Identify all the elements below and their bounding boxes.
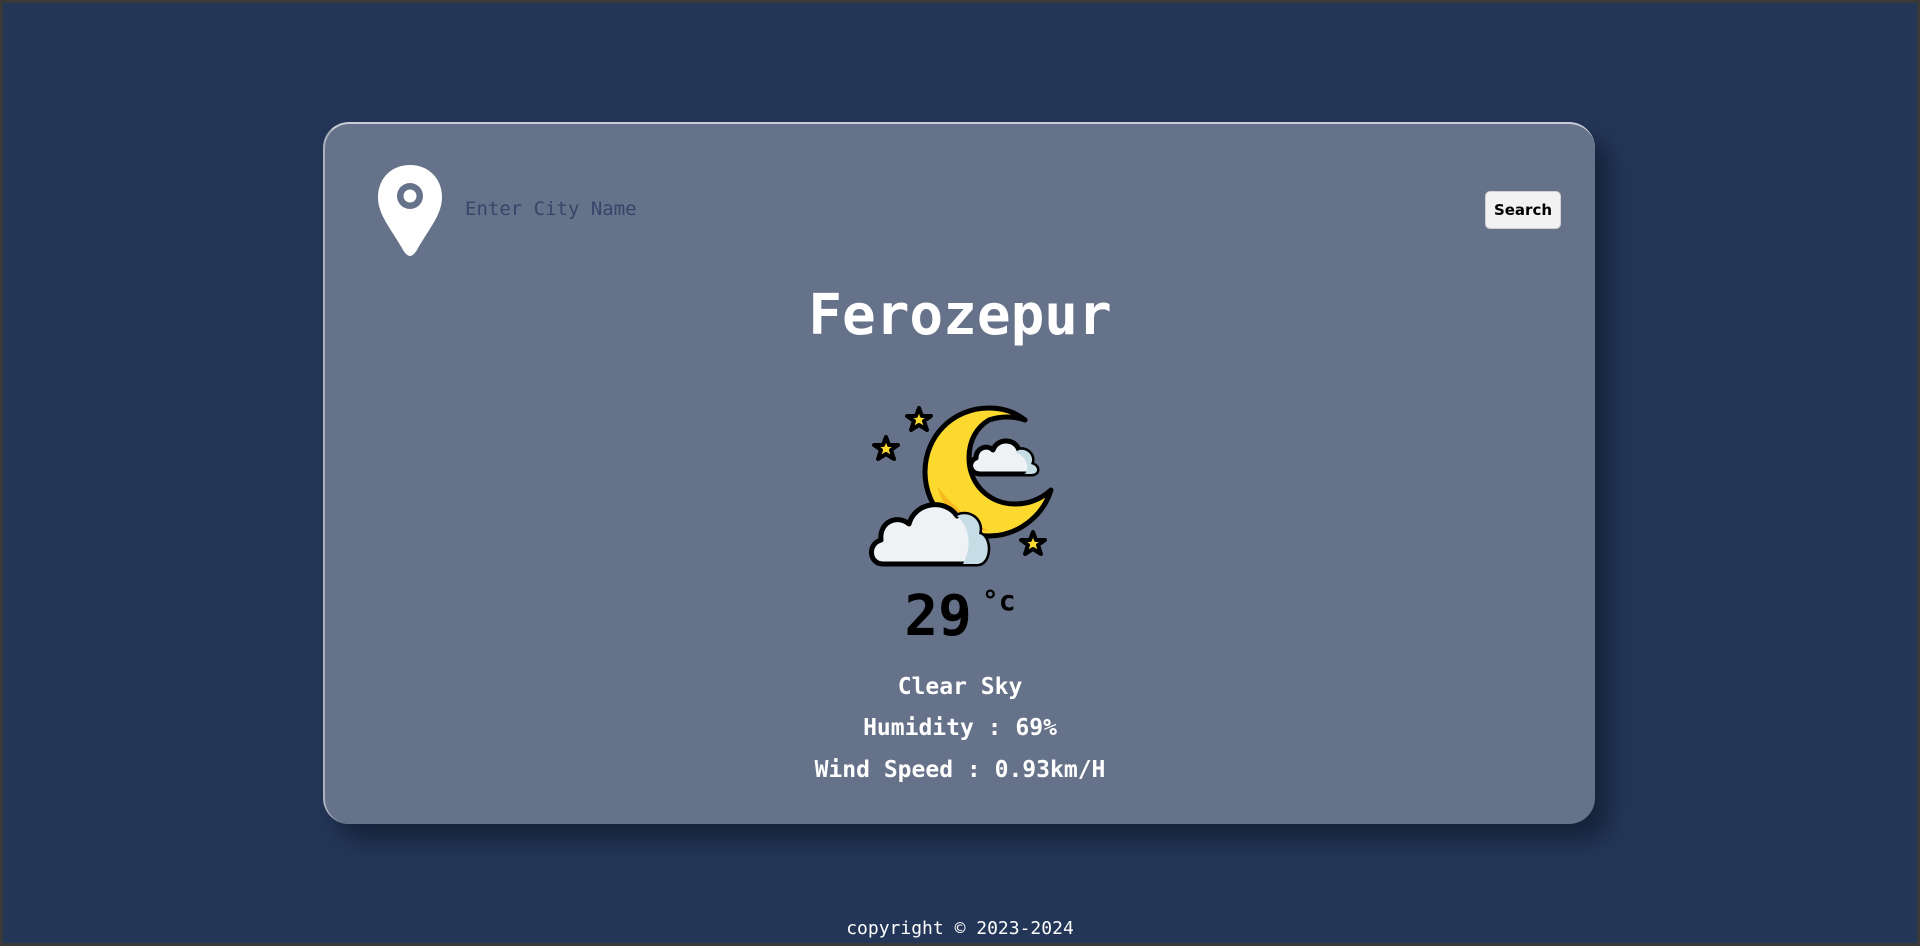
temperature-value: 29 [904,584,972,649]
location-pin-icon [378,165,442,256]
city-name: Ferozepur [808,283,1112,348]
weather-card: Search Ferozepur 29 °c Clear Sky Humidity… [323,122,1595,824]
temperature-display: 29 °c [325,584,1595,649]
humidity-text: Humidity : 69% [863,715,1057,741]
moon-clouds-night-icon [869,405,1054,567]
wind-speed-text: Wind Speed : 0.93km/H [814,757,1106,783]
temperature-unit: °c [981,584,1016,617]
weather-condition: Clear Sky [897,674,1023,700]
city-search-input[interactable] [465,192,1365,226]
copyright-footer: copyright © 2023-2024 [846,918,1074,939]
search-button[interactable]: Search [1485,191,1561,229]
